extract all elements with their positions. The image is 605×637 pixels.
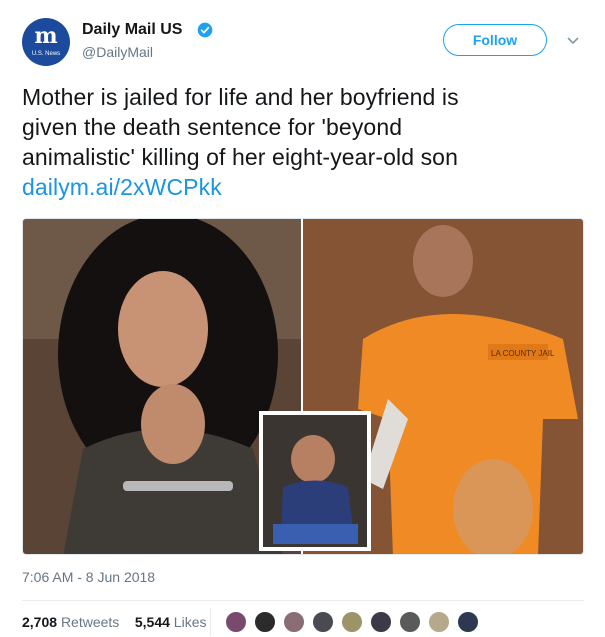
tweet-timestamp[interactable]: 7:06 AM - 8 Jun 2018 (22, 569, 155, 585)
liker-avatar[interactable] (340, 610, 364, 634)
like-count[interactable]: 5,544 (135, 614, 170, 630)
tweet-text-line: given the death sentence for 'beyond (22, 114, 403, 140)
tweet-media-photo[interactable]: LA COUNTY JAIL (22, 218, 584, 555)
man-head (413, 225, 473, 297)
tweet-text: Mother is jailed for life and her boyfri… (22, 82, 587, 202)
child-shorts (273, 524, 358, 544)
child-face (291, 435, 335, 483)
photo-collage: LA COUNTY JAIL (23, 219, 583, 554)
liker-avatar[interactable] (253, 610, 277, 634)
liker-avatar[interactable] (398, 610, 422, 634)
chevron-down-icon[interactable] (566, 36, 580, 46)
retweet-count[interactable]: 2,708 (22, 614, 57, 630)
account-name[interactable]: Daily Mail US (82, 21, 182, 39)
daily-mail-logo: m (34, 23, 58, 49)
stats-separator (210, 608, 211, 636)
account-avatar[interactable]: m U.S. News (22, 18, 70, 66)
liker-avatar[interactable] (427, 610, 451, 634)
woman-hands (141, 384, 205, 464)
child-shirt (281, 480, 353, 531)
tweet-stats: 2,708 Retweets 5,544 Likes (22, 614, 206, 630)
logo-subtitle: U.S. News (31, 51, 61, 57)
liker-avatar[interactable] (369, 610, 393, 634)
retweet-label[interactable]: Retweets (61, 614, 119, 630)
liker-avatar[interactable] (311, 610, 335, 634)
liker-avatar[interactable] (282, 610, 306, 634)
liker-avatar[interactable] (224, 610, 248, 634)
woman-face (118, 271, 208, 387)
account-handle[interactable]: @DailyMail (82, 44, 153, 60)
tweet-link[interactable]: dailym.ai/2xWCPkk (22, 172, 587, 202)
tweet-card: m U.S. News Daily Mail US @DailyMail Fol… (0, 0, 605, 637)
jail-label-text: LA COUNTY JAIL (491, 349, 555, 358)
verified-badge-icon (197, 22, 213, 38)
tweet-text-line: animalistic' killing of her eight-year-o… (22, 144, 458, 170)
handcuffs (123, 481, 233, 491)
tweet-text-line: Mother is jailed for life and her boyfri… (22, 84, 459, 110)
like-label[interactable]: Likes (174, 614, 207, 630)
liker-avatar[interactable] (456, 610, 480, 634)
foreground-person (453, 459, 533, 554)
follow-button[interactable]: Follow (443, 24, 547, 56)
divider (22, 600, 584, 601)
